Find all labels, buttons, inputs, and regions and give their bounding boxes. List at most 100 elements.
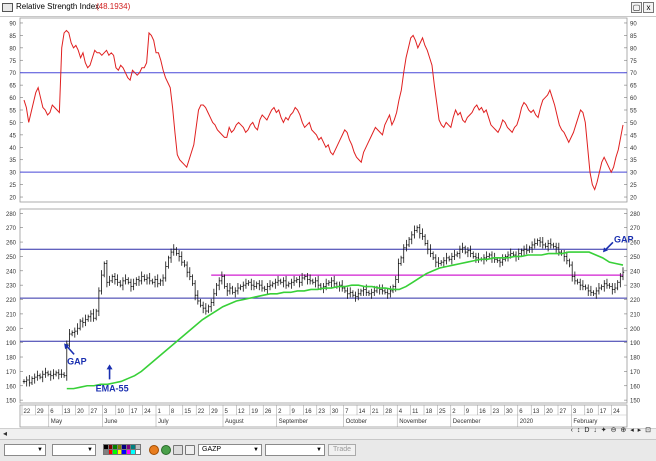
- trade-button[interactable]: Trade: [328, 444, 356, 456]
- color-swatch[interactable]: [103, 449, 109, 455]
- gap-label: GAP: [67, 356, 87, 366]
- chevron-down-icon: ▼: [37, 447, 43, 453]
- price-tick-label-right: 270: [630, 226, 641, 232]
- rsi-tick-label-right: 30: [630, 171, 637, 177]
- ticker-select[interactable]: GAZP ▼: [198, 444, 262, 456]
- axis-day-label: 30: [332, 409, 339, 415]
- rsi-tick-label-left: 40: [9, 146, 16, 152]
- line-style-select[interactable]: ▼: [4, 444, 46, 456]
- color-swatch[interactable]: [130, 444, 136, 450]
- rsi-tick-label-right: 25: [630, 183, 637, 189]
- globe-icon[interactable]: [161, 445, 171, 455]
- color-swatch[interactable]: [103, 444, 109, 450]
- color-swatch[interactable]: [112, 444, 118, 450]
- color-swatch[interactable]: [107, 449, 114, 455]
- axis-month-label: 2020: [520, 419, 534, 425]
- color-swatch[interactable]: [125, 449, 132, 455]
- axis-day-label: 11: [412, 409, 419, 415]
- price-tick-label-left: 250: [6, 255, 17, 261]
- color-swatch[interactable]: [121, 444, 127, 450]
- price-tick-label-left: 260: [6, 241, 17, 247]
- chart-area[interactable]: 90 90 85 85 80 80 75 75 70 70 65 65 60 60 55 55 50 50 45 45…: [0, 16, 656, 428]
- color-palette[interactable]: [102, 444, 142, 456]
- axis-day-label: 30: [506, 409, 513, 415]
- price-tick-label-right: 250: [630, 255, 641, 261]
- axis-day-label: 23: [318, 409, 325, 415]
- price-tick-label-left: 230: [6, 284, 17, 290]
- axis-month-label: May: [51, 419, 62, 425]
- axis-day-label: 22: [198, 409, 205, 415]
- axis-day-label: 14: [359, 409, 366, 415]
- axis-day-label: 27: [560, 409, 567, 415]
- rsi-tick-label-right: 70: [630, 71, 637, 77]
- rsi-tick-label-left: 55: [9, 109, 16, 115]
- chart-window: Relative Strength Index (48.1934) ▢ x 90…: [0, 0, 656, 461]
- rsi-tick-label-right: 65: [630, 84, 637, 90]
- price-tick-label-left: 270: [6, 226, 17, 232]
- price-tick-label-right: 150: [630, 399, 641, 405]
- axis-month-label: February: [573, 419, 597, 425]
- color-swatch[interactable]: [107, 444, 114, 450]
- rsi-tick-label-left: 35: [9, 158, 16, 164]
- axis-day-label: 22: [24, 409, 31, 415]
- axis-month-label: November: [399, 419, 427, 425]
- scroll-left-arrow-icon[interactable]: ◂: [3, 429, 7, 438]
- price-tick-label-right: 190: [630, 341, 641, 347]
- axis-day-label: 27: [91, 409, 98, 415]
- price-tick-label-right: 210: [630, 312, 641, 318]
- axis-day-label: 16: [305, 409, 312, 415]
- price-tick-label-left: 280: [6, 212, 17, 218]
- axis-day-label: 19: [251, 409, 258, 415]
- horizontal-scrollbar[interactable]: ◂: [0, 428, 656, 439]
- rsi-tick-label-left: 70: [9, 71, 16, 77]
- bottom-toolbar: ▼ ▼ GAZP ▼ ▼ Trade: [0, 439, 656, 461]
- rsi-tick-label-right: 45: [630, 133, 637, 139]
- color-swatch[interactable]: [121, 449, 127, 455]
- price-tick-label-right: 220: [630, 298, 641, 304]
- axis-day-label: 13: [533, 409, 540, 415]
- rsi-tick-label-right: 20: [630, 196, 637, 202]
- color-swatch[interactable]: [134, 449, 141, 455]
- axis-day-label: 10: [117, 409, 124, 415]
- price-tick-label-right: 200: [630, 327, 641, 333]
- paint-icon[interactable]: [149, 445, 159, 455]
- price-tick-label-left: 200: [6, 327, 17, 333]
- price-tick-label-right: 280: [630, 212, 641, 218]
- chevron-down-icon: ▼: [87, 447, 93, 453]
- axis-day-label: 23: [493, 409, 500, 415]
- axis-month-label: September: [279, 419, 308, 425]
- chevron-down-icon: ▼: [253, 447, 259, 453]
- axis-day-label: 21: [372, 409, 379, 415]
- axis-day-label: 29: [211, 409, 218, 415]
- axis-day-label: 20: [77, 409, 84, 415]
- restore-button[interactable]: ▢: [631, 2, 642, 13]
- chevron-down-icon: ▼: [316, 447, 322, 453]
- account-select[interactable]: ▼: [265, 444, 325, 456]
- rsi-tick-label-left: 85: [9, 34, 16, 40]
- close-button[interactable]: x: [643, 2, 654, 13]
- line-width-select[interactable]: ▼: [52, 444, 96, 456]
- chart-navigation-icons[interactable]: ‹ ↕ D ↓ ✦ ⊖ ⊕ ◂ ▸ ⊡: [571, 426, 652, 434]
- rsi-tick-label-left: 30: [9, 171, 16, 177]
- axis-month-label: October: [346, 419, 367, 425]
- axis-day-label: 17: [600, 409, 607, 415]
- color-swatch[interactable]: [116, 444, 123, 450]
- rsi-tick-label-right: 50: [630, 121, 637, 127]
- gap-label: GAP: [614, 234, 634, 244]
- color-swatch[interactable]: [125, 444, 132, 450]
- axis-day-label: 15: [184, 409, 191, 415]
- title-bar: Relative Strength Index (48.1934) ▢ x: [0, 0, 656, 17]
- rsi-tick-label-left: 65: [9, 84, 16, 90]
- color-swatch[interactable]: [112, 449, 118, 455]
- axis-month-label: December: [453, 419, 481, 425]
- rsi-tick-label-right: 40: [630, 146, 637, 152]
- rsi-tick-label-left: 75: [9, 59, 16, 65]
- color-swatch[interactable]: [130, 449, 136, 455]
- color-swatch[interactable]: [116, 449, 123, 455]
- rsi-tick-label-left: 20: [9, 196, 16, 202]
- price-tick-label-right: 230: [630, 284, 641, 290]
- color-swatch[interactable]: [134, 444, 141, 450]
- print-icon[interactable]: [173, 445, 183, 455]
- price-tick-label-left: 210: [6, 312, 17, 318]
- settings-icon[interactable]: [185, 445, 195, 455]
